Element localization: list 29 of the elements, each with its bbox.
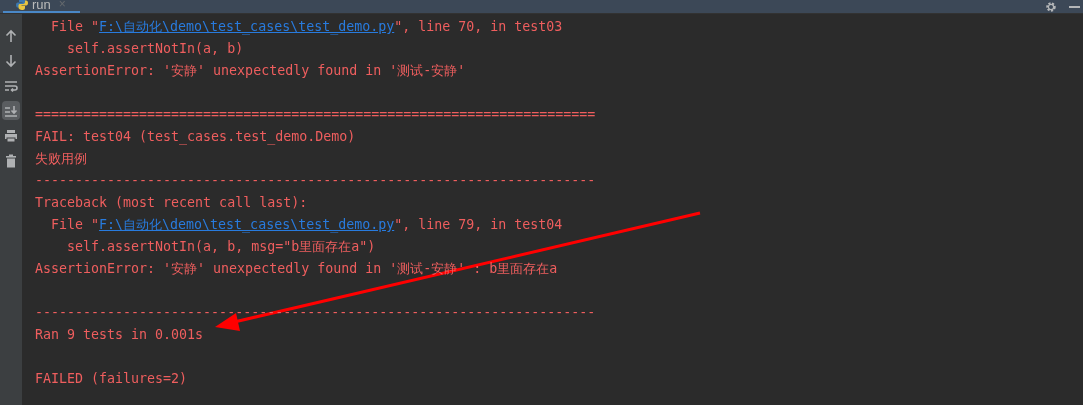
file-link[interactable]: F:\自动化\demo\test_cases\test_demo.py: [99, 214, 395, 236]
wrap-icon: [4, 78, 18, 93]
minimize-icon[interactable]: [1069, 5, 1080, 8]
console-line: self.assertNotIn(a, b): [66, 40, 244, 58]
settings-icon[interactable]: [1045, 0, 1057, 13]
console-text: File ": [50, 18, 100, 36]
console-line: FAILED (failures=2): [35, 370, 188, 388]
toolbar-button[interactable]: [2, 101, 20, 120]
trash-icon: [4, 153, 18, 168]
arrow-down-icon: [4, 53, 18, 68]
console-line: FAIL: test04 (test_cases.test_demo.Demo): [35, 128, 356, 147]
separator-line: ----------------------------------------------------------------------: [35, 172, 596, 190]
printer-icon: [4, 128, 18, 143]
console-line: AssertionError: '安静' unexpectedly found in '测试-安静': [35, 62, 466, 80]
console-line: Ran 9 tests in 0.001s: [35, 326, 204, 344]
console-text: ", line 70, in test03: [394, 18, 563, 34]
separator-line: ----------------------------------------------------------------------: [35, 304, 596, 322]
file-link[interactable]: F:\自动化\demo\test_cases\test_demo.py: [99, 16, 395, 38]
console-line: self.assertNotIn(a, b, msg="b里面存在a"): [66, 238, 376, 256]
console-line: Traceback (most recent call last):: [35, 194, 308, 212]
python-icon: [16, 0, 28, 10]
arrow-up-icon: [4, 28, 18, 43]
separator-line: ======================================================================: [35, 106, 596, 124]
tab-label: run: [32, 0, 51, 11]
console-text: File ": [50, 216, 100, 234]
console-text: ", line 79, in test04: [394, 216, 563, 232]
console-line: 失败用例: [35, 150, 87, 168]
run-tab[interactable]: run ×: [3, 0, 80, 13]
scroll-to-end-icon: [4, 103, 18, 118]
